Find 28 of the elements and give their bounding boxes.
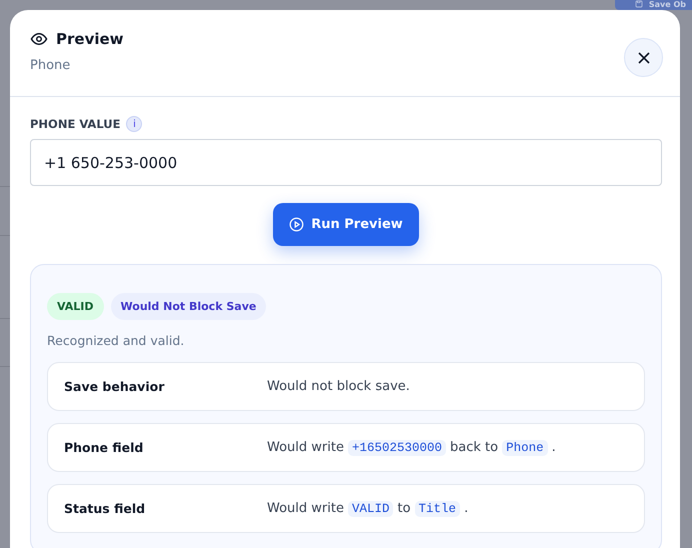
status-badge: VALID (47, 293, 104, 320)
code-chip: VALID (348, 500, 394, 516)
close-icon (638, 52, 650, 64)
value-text: Would not block save. (267, 379, 410, 394)
result-message: Recognized and valid. (47, 333, 186, 348)
code-chip: Phone (502, 440, 548, 456)
close-button[interactable] (624, 38, 663, 77)
save-icon (634, 0, 643, 8)
row-label: Status field (64, 501, 146, 516)
field-label: PHONE VALUE (30, 117, 120, 131)
row-label: Save behavior (64, 379, 166, 394)
value-text: . (464, 501, 468, 516)
run-preview-button[interactable]: Run Preview (273, 203, 419, 246)
value-text: to (397, 501, 411, 516)
value-text: back to (450, 440, 498, 455)
dialog-subtitle: Phone (30, 58, 72, 73)
status-badge: Would Not Block Save (110, 293, 266, 320)
value-text: Would write (267, 501, 344, 516)
dialog-title: Preview (56, 30, 124, 48)
value-text: . (552, 440, 556, 455)
phone-input[interactable]: +1 650-253-0000 (30, 139, 662, 186)
info-icon[interactable]: i (126, 116, 142, 132)
play-icon (289, 217, 304, 232)
code-chip: +16502530000 (348, 440, 446, 456)
eye-icon (30, 30, 48, 48)
code-chip: Title (414, 500, 460, 516)
row-label: Phone field (64, 440, 144, 455)
value-text: Would write (267, 440, 344, 455)
